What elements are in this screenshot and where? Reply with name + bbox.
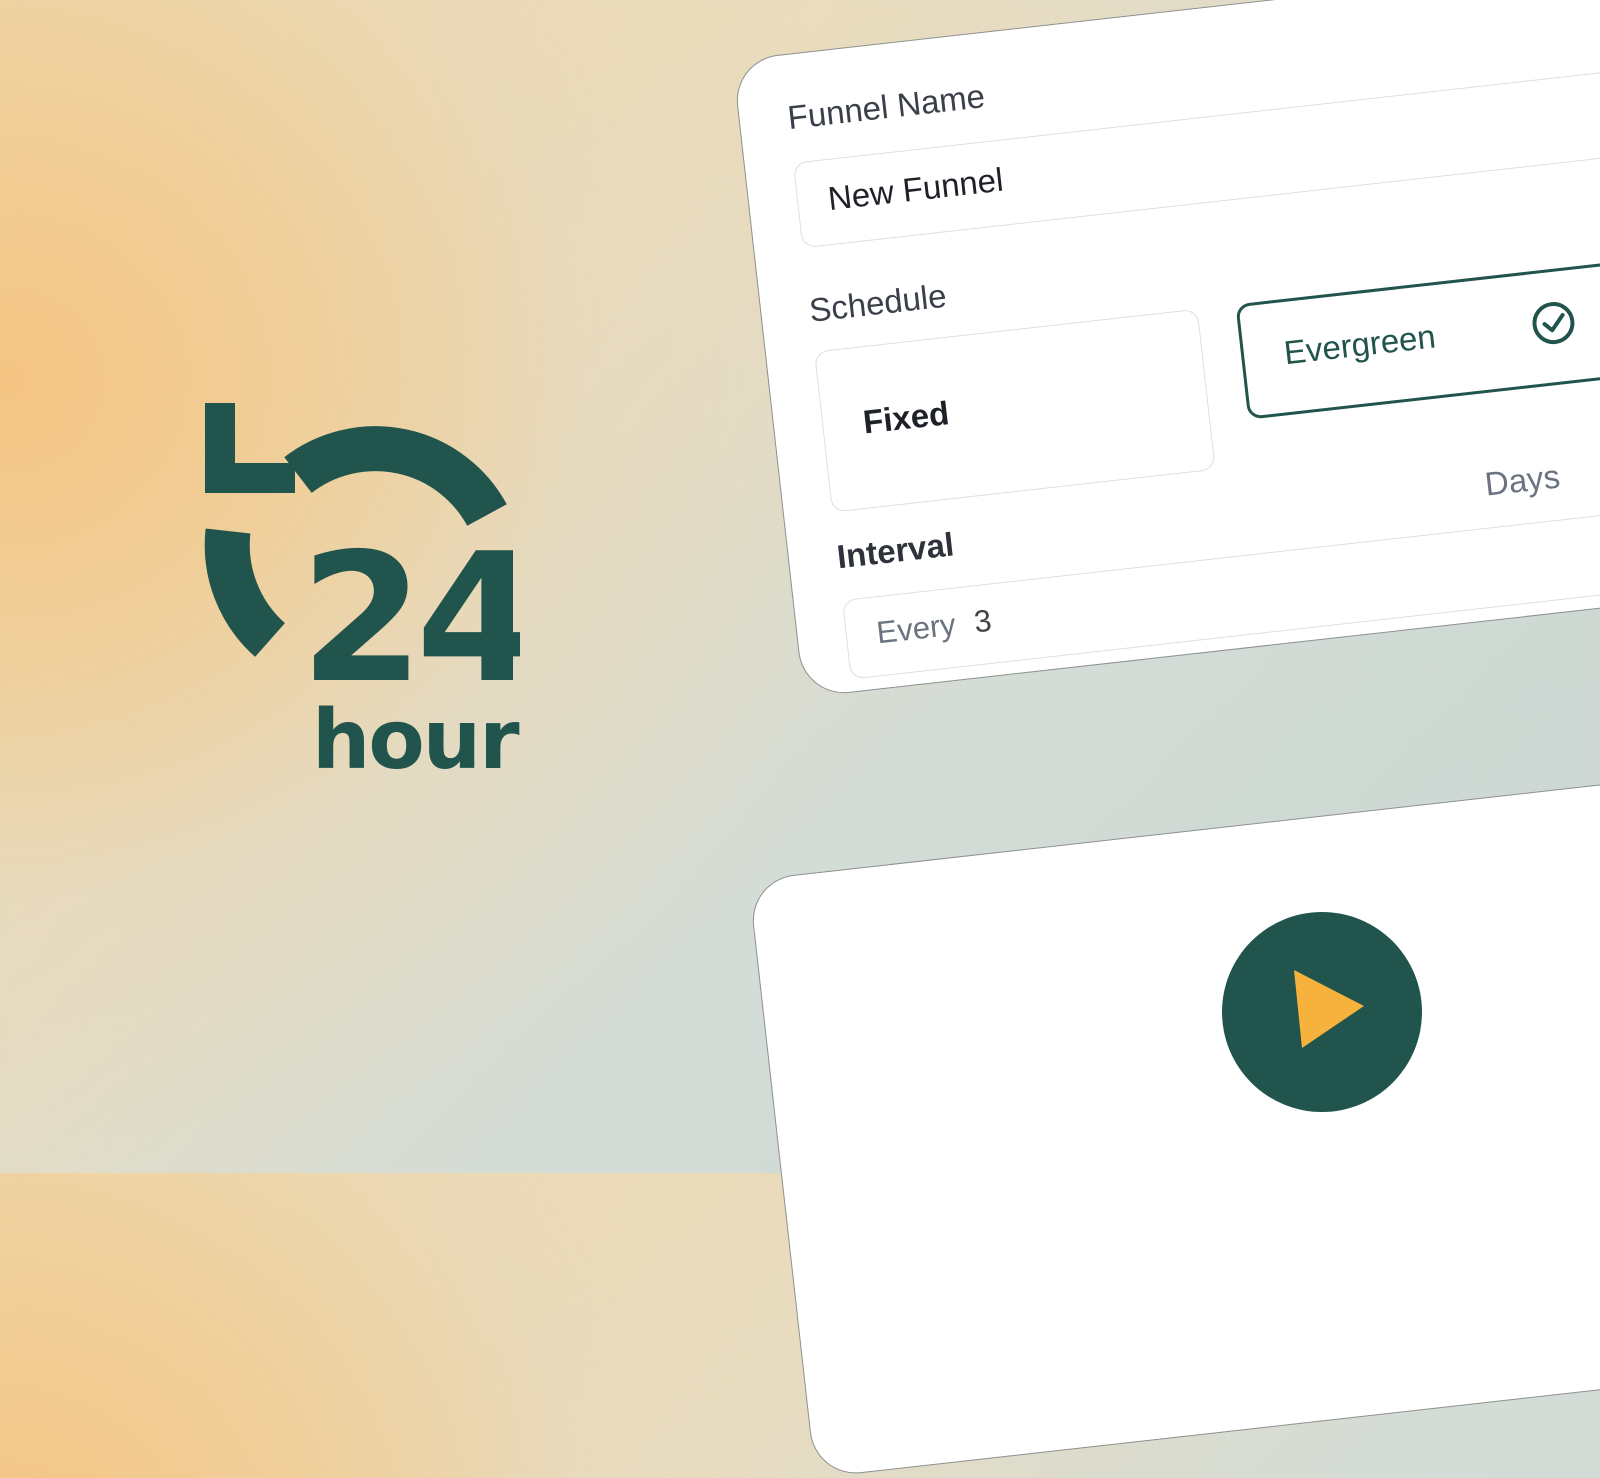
funnel-name-value: New Funnel [825, 160, 1006, 218]
video-card [748, 757, 1600, 1478]
schedule-option-fixed-label: Fixed [861, 394, 951, 441]
schedule-label: Schedule [807, 276, 949, 329]
interval-prefix: Every [874, 606, 958, 651]
play-button[interactable] [1222, 912, 1422, 1112]
logo-number: 24 [300, 515, 520, 722]
schedule-option-evergreen-label: Evergreen [1282, 317, 1438, 372]
play-icon [1294, 970, 1364, 1048]
interval-value: 3 [972, 602, 994, 640]
check-circle-icon [1532, 302, 1575, 345]
schedule-option-fixed[interactable]: Fixed [814, 308, 1216, 513]
schedule-option-evergreen[interactable]: Evergreen [1235, 232, 1600, 420]
funnel-name-input[interactable]: New Funnel [792, 37, 1600, 249]
interval-label: Interval [834, 525, 956, 576]
interval-unit[interactable]: Days [1483, 457, 1562, 503]
funnel-name-label: Funnel Name [785, 77, 987, 137]
logo-word: hour [312, 693, 520, 788]
funnel-settings-card: Funnel Name New Funnel Schedule Fixed Ev… [732, 0, 1600, 698]
interval-input[interactable]: Every 3 [841, 475, 1600, 680]
